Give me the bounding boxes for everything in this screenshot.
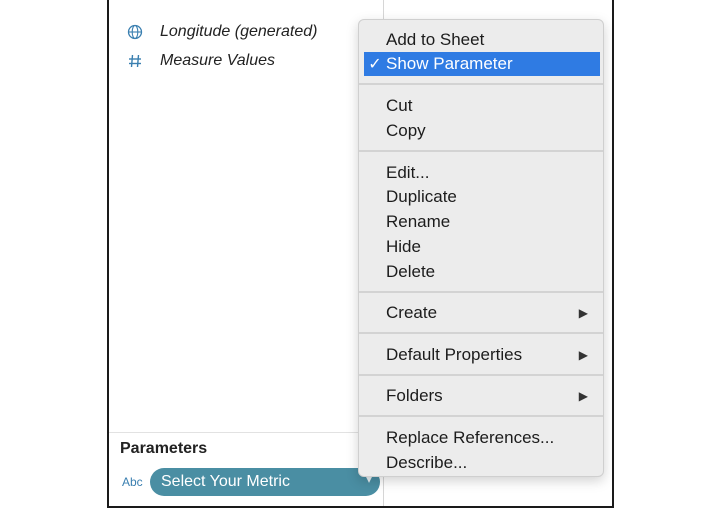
- menu-separator: [359, 83, 603, 85]
- menu-item-edit[interactable]: Edit...: [364, 161, 600, 185]
- menu-item-default-properties[interactable]: Default Properties ▶: [364, 343, 600, 367]
- menu-separator: [359, 374, 603, 376]
- menu-item-label: Copy: [386, 121, 426, 140]
- parameter-pill-select-your-metric[interactable]: Select Your Metric ▾: [150, 468, 380, 496]
- menu-item-label: Cut: [386, 96, 413, 115]
- menu-item-label: Describe...: [386, 453, 468, 472]
- menu-item-duplicate[interactable]: Duplicate: [364, 185, 600, 209]
- menu-item-add-to-sheet[interactable]: Add to Sheet: [364, 28, 600, 52]
- string-type-icon: Abc: [122, 475, 143, 489]
- menu-item-folders[interactable]: Folders ▶: [364, 384, 600, 408]
- menu-item-label: Default Properties: [386, 345, 523, 364]
- submenu-arrow-icon: ▶: [578, 306, 588, 320]
- menu-item-rename[interactable]: Rename: [364, 210, 600, 234]
- globe-icon: [124, 21, 146, 43]
- menu-item-label: Rename: [386, 212, 451, 231]
- menu-item-copy[interactable]: Copy: [364, 119, 600, 143]
- menu-item-delete[interactable]: Delete: [364, 260, 600, 284]
- checkmark-icon: ✓: [368, 56, 382, 73]
- menu-separator: [359, 332, 603, 334]
- menu-item-cut[interactable]: Cut: [364, 94, 600, 118]
- data-pane: Longitude (generated) Measure Values Par…: [109, 0, 384, 506]
- menu-item-label: Create: [386, 303, 438, 322]
- field-label: Longitude (generated): [160, 23, 318, 40]
- menu-item-label: Show Parameter: [386, 54, 513, 73]
- field-label: Measure Values: [160, 52, 276, 69]
- menu-separator: [359, 150, 603, 152]
- menu-item-label: Duplicate: [386, 187, 457, 206]
- context-menu: Add to Sheet ✓ Show Parameter Cut Copy E…: [358, 19, 604, 477]
- menu-item-label: Hide: [386, 237, 421, 256]
- field-measure-values[interactable]: Measure Values: [124, 50, 275, 72]
- menu-item-show-parameter[interactable]: ✓ Show Parameter: [364, 52, 600, 76]
- hash-icon: [124, 50, 146, 72]
- menu-item-hide[interactable]: Hide: [364, 235, 600, 259]
- menu-item-label: Edit...: [386, 163, 430, 182]
- parameters-header: Parameters: [120, 440, 208, 457]
- menu-separator: [359, 415, 603, 417]
- divider: [109, 432, 382, 433]
- submenu-arrow-icon: ▶: [578, 348, 588, 362]
- menu-item-label: Delete: [386, 262, 436, 281]
- menu-item-replace-references[interactable]: Replace References...: [364, 426, 600, 450]
- menu-separator: [359, 291, 603, 293]
- menu-item-describe[interactable]: Describe...: [364, 451, 600, 475]
- menu-item-label: Replace References...: [386, 428, 555, 447]
- menu-item-label: Add to Sheet: [386, 30, 485, 49]
- menu-item-label: Folders: [386, 386, 443, 405]
- field-longitude-generated[interactable]: Longitude (generated): [124, 21, 317, 43]
- parameter-item[interactable]: Abc Select Your Metric ▾: [122, 468, 380, 496]
- parameter-pill-label: Select Your Metric: [161, 473, 290, 490]
- submenu-arrow-icon: ▶: [578, 389, 588, 403]
- menu-item-create[interactable]: Create ▶: [364, 301, 600, 325]
